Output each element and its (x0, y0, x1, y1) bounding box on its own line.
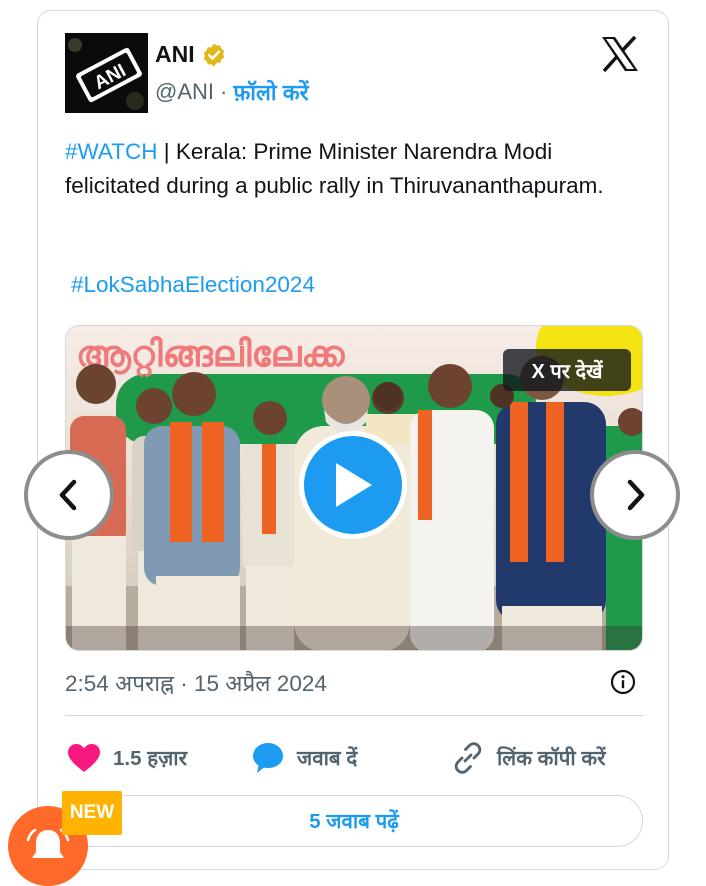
action-bar: 1.5 हज़ार जवाब दें लिंक कॉपी करें (65, 733, 643, 783)
chevron-right-icon (627, 479, 645, 511)
reply-bubble-icon (253, 743, 283, 773)
play-button[interactable] (299, 431, 407, 539)
carousel-next-button[interactable] (590, 450, 680, 540)
follow-link[interactable]: फ़ॉलो करें (233, 77, 308, 107)
author-name[interactable]: ANI (155, 41, 195, 68)
carousel-prev-button[interactable] (24, 450, 114, 540)
copy-link-button[interactable]: लिंक कॉपी करें (451, 733, 605, 783)
author-name-row[interactable]: ANI (155, 41, 227, 68)
reply-button[interactable]: जवाब दें (251, 733, 357, 783)
read-replies-button[interactable]: 5 जवाब पढ़ें (65, 795, 643, 847)
author-handle[interactable]: @ANI (155, 79, 214, 105)
hashtag-election[interactable]: #LokSabhaElection2024 (71, 272, 315, 298)
heart-icon (68, 744, 100, 772)
info-icon[interactable] (610, 669, 636, 695)
like-button[interactable]: 1.5 हज़ार (67, 733, 187, 783)
tweet-card: ANI ANI @ANI · फ़ॉलो करें #WATCH | Keral… (37, 10, 669, 870)
reply-label: जवाब दें (297, 747, 358, 770)
new-badge: NEW (62, 791, 122, 835)
view-on-x-button[interactable]: X पर देखें (503, 349, 631, 391)
tweet-text: #WATCH | Kerala: Prime Minister Narendra… (65, 135, 625, 203)
hashtag-watch[interactable]: #WATCH (65, 139, 158, 164)
link-icon (454, 742, 482, 774)
tweet-timestamp[interactable]: 2:54 अपराह्न · 15 अप्रैल 2024 (65, 667, 327, 698)
play-icon (336, 463, 372, 507)
like-count: 1.5 हज़ार (113, 747, 187, 770)
banner-text: ആറ്റിങ്ങലിലേക്ക (76, 334, 345, 378)
verified-badge-icon (203, 43, 224, 66)
separator-dot: · (220, 79, 228, 104)
copy-link-label: लिंक कॉपी करें (497, 747, 606, 770)
avatar[interactable]: ANI (65, 33, 148, 113)
divider (65, 715, 643, 716)
handle-row: @ANI · फ़ॉलो करें (155, 77, 309, 107)
chevron-left-icon (59, 479, 77, 511)
x-logo-icon[interactable] (600, 35, 640, 73)
